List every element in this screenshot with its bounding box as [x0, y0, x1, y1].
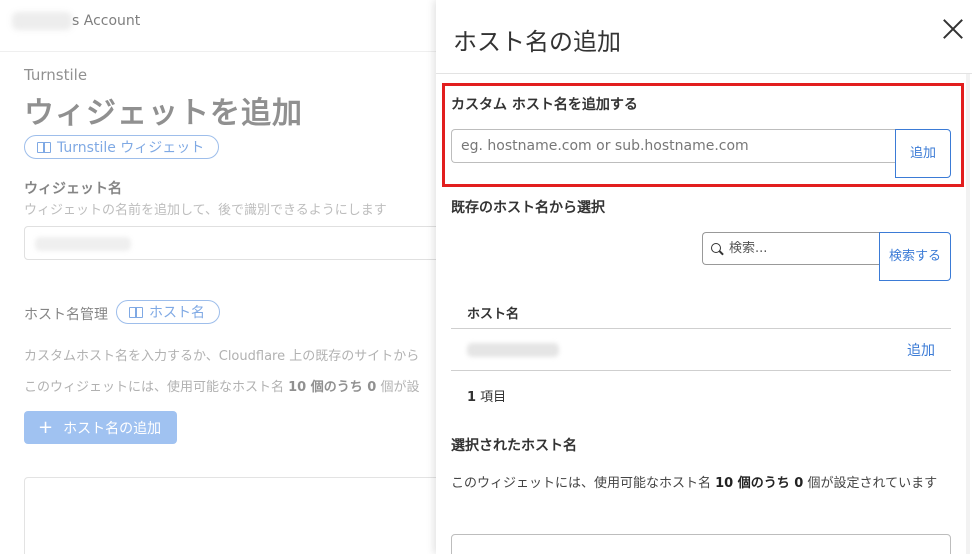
search-icon: [711, 242, 723, 255]
custom-hostname-label: カスタム ホスト名を追加する: [451, 97, 638, 113]
row-add-link[interactable]: 追加: [907, 340, 935, 360]
hostname-usage-text: このウィジェットには、使用可能なホスト名 10 個のうち 0 個が設定されていま…: [451, 476, 938, 491]
search-input[interactable]: [729, 241, 869, 256]
modal-overlay: [0, 0, 436, 554]
search-button[interactable]: 検索する: [879, 232, 951, 281]
panel-scrollbar[interactable]: [966, 74, 970, 554]
search-field[interactable]: [702, 232, 880, 265]
close-icon[interactable]: [942, 18, 964, 40]
item-count: 1 項目: [467, 390, 507, 405]
panel-header: ホスト名の追加: [436, 0, 972, 74]
add-custom-hostname-button[interactable]: 追加: [895, 129, 951, 178]
table-header-hostname[interactable]: ホスト名: [451, 296, 951, 329]
hostname-value-blurred: [467, 342, 559, 357]
table-row: 追加: [451, 329, 951, 371]
custom-hostname-input[interactable]: [451, 129, 895, 163]
existing-hostname-label: 既存のホスト名から選択: [451, 200, 605, 216]
panel-title: ホスト名の追加: [453, 28, 621, 56]
add-hostname-panel: ホスト名の追加 カスタム ホスト名を追加する 追加 既存のホスト名から選択 検索…: [436, 0, 972, 554]
selected-hostnames-label: 選択されたホスト名: [451, 438, 577, 454]
hostname-table: ホスト名 追加: [451, 296, 951, 371]
selected-hostnames-list: [451, 534, 951, 554]
